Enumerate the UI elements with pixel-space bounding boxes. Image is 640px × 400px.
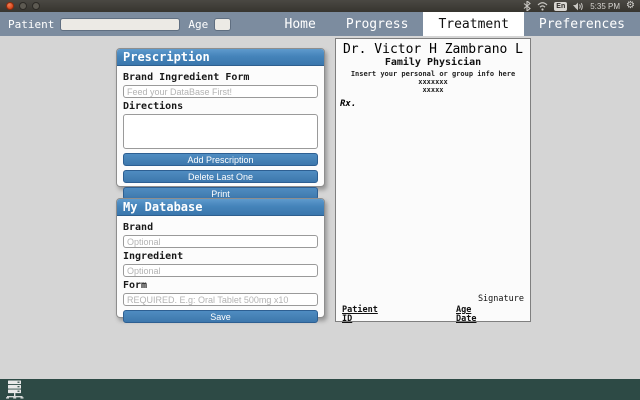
ingredient-label: Ingredient: [123, 251, 184, 262]
paper-date-label: Date: [456, 314, 477, 324]
rx-symbol: Rx.: [340, 99, 357, 109]
tab-progress[interactable]: Progress: [331, 12, 424, 36]
bluetooth-icon[interactable]: [523, 1, 532, 11]
doctor-specialty: Family Physician: [384, 57, 482, 68]
doctor-name: Dr. Victor H Zambrano L: [342, 42, 523, 57]
paper-footer-row-2: ID Date: [342, 314, 524, 324]
my-database-panel-title: My Database: [117, 199, 324, 216]
age-label: Age: [188, 17, 209, 31]
database-server-icon[interactable]: [5, 380, 31, 399]
keyboard-layout-indicator[interactable]: En: [554, 1, 568, 11]
add-prescription-button[interactable]: Add Prescription: [123, 153, 318, 166]
close-button[interactable]: [6, 2, 14, 10]
form-label: Form: [123, 280, 148, 291]
minimize-button[interactable]: [19, 2, 27, 10]
application-window: En 5:35 PM ⚙ Patient Age Home Progress T…: [0, 0, 640, 400]
prescription-panel: Prescription Brand Ingredient Form Direc…: [116, 48, 325, 200]
directions-label: Directions: [123, 101, 184, 112]
wifi-icon[interactable]: [537, 1, 548, 11]
tab-bar: Home Progress Treatment Preferences: [270, 12, 640, 36]
ingredient-input[interactable]: [123, 264, 318, 277]
my-database-panel: My Database Brand Ingredient Form Save: [116, 198, 325, 323]
tab-home[interactable]: Home: [270, 12, 331, 36]
age-input[interactable]: [214, 17, 232, 31]
session-gear-icon[interactable]: ⚙: [626, 1, 635, 11]
brand-ingredient-form-label: Brand Ingredient Form: [123, 72, 250, 83]
prescription-paper-preview: Dr. Victor H Zambrano L Family Physician…: [335, 38, 531, 324]
delete-last-one-button[interactable]: Delete Last One: [123, 170, 318, 183]
directions-textarea[interactable]: [123, 114, 318, 149]
signature-label: Signature: [477, 294, 524, 304]
maximize-button[interactable]: [32, 2, 40, 10]
save-button[interactable]: Save: [123, 310, 318, 323]
personal-info-hint: Insert your personal or group info here: [350, 70, 516, 78]
tab-preferences[interactable]: Preferences: [524, 12, 640, 36]
brand-label: Brand: [123, 222, 154, 233]
form-input[interactable]: [123, 293, 318, 306]
paper-id-label: ID: [342, 314, 353, 324]
info-placeholder-line2: xxxxx: [422, 86, 444, 94]
tab-treatment[interactable]: Treatment: [423, 12, 524, 36]
window-titlebar: En 5:35 PM ⚙: [0, 0, 640, 12]
patient-input[interactable]: [60, 17, 181, 31]
window-controls: [6, 2, 40, 10]
top-toolbar: Patient Age Home Progress Treatment Pref…: [0, 12, 640, 36]
brand-ingredient-form-input[interactable]: [123, 85, 318, 98]
system-tray: En 5:35 PM ⚙: [523, 1, 635, 11]
clock[interactable]: 5:35 PM: [590, 2, 620, 11]
volume-icon[interactable]: [573, 2, 584, 11]
prescription-panel-title: Prescription: [117, 49, 324, 66]
brand-input[interactable]: [123, 235, 318, 248]
patient-label: Patient: [8, 17, 55, 31]
info-placeholder-line1: xxxxxxx: [418, 78, 448, 86]
bottom-taskbar: [0, 379, 640, 400]
